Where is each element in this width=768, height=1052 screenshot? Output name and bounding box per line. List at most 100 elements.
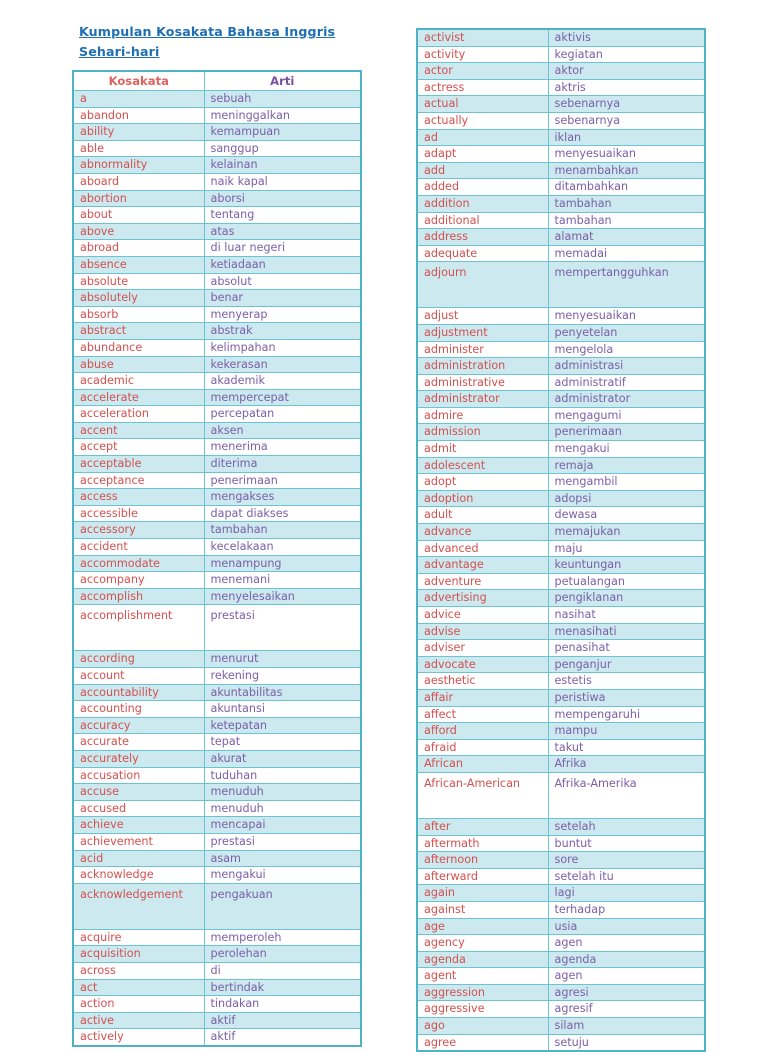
table-row: acquire memperoleh	[72, 928, 362, 947]
table-row: adjust menyesuaikan	[416, 307, 706, 325]
vocabulary-meaning: buntut	[547, 834, 706, 853]
table-row: advice nasihat	[416, 606, 706, 624]
vocabulary-meaning: ketepatan	[203, 716, 362, 735]
vocabulary-word: abnormality	[72, 156, 205, 174]
vocabulary-meaning: setuju	[547, 1033, 706, 1052]
vocabulary-word: accident	[72, 538, 205, 556]
column-header-kosakata: Kosakata	[72, 70, 205, 91]
table-row: abroad di luar negeri	[72, 239, 362, 257]
vocabulary-meaning: akuntabilitas	[203, 683, 362, 702]
vocabulary-meaning: usia	[547, 917, 706, 936]
vocabulary-word: advance	[416, 523, 549, 541]
vocabulary-word: achievement	[72, 832, 205, 851]
vocabulary-meaning: mengakui	[203, 866, 362, 884]
vocabulary-meaning: diterima	[203, 455, 362, 473]
vocabulary-word: accept	[72, 438, 205, 457]
vocabulary-meaning: asam	[203, 849, 362, 868]
vocabulary-word: against	[416, 900, 549, 919]
table-row: address alamat	[416, 228, 706, 246]
vocabulary-meaning: agenda	[547, 950, 706, 969]
table-row: active aktif	[72, 1011, 362, 1030]
vocabulary-meaning: lagi	[547, 884, 706, 902]
vocabulary-meaning: ditambahkan	[547, 178, 706, 196]
table-row: advance memajukan	[416, 523, 706, 541]
vocabulary-meaning: menyerap	[203, 305, 362, 324]
table-row: administrative administratif	[416, 373, 706, 392]
vocabulary-word: afterward	[416, 867, 549, 886]
table-row: across di	[72, 961, 362, 980]
table-row: achievement prestasi	[72, 832, 362, 851]
table-row: actress aktris	[416, 78, 706, 97]
vocabulary-meaning: menyesuaikan	[547, 145, 706, 163]
table-row: additional tambahan	[416, 211, 706, 230]
vocabulary-word: afraid	[416, 738, 549, 757]
vocabulary-word: accomplish	[72, 587, 205, 606]
table-row: accuse menuduh	[72, 783, 362, 801]
vocabulary-word: acceleration	[72, 405, 205, 423]
vocabulary-meaning: administrator	[547, 390, 706, 408]
vocabulary-word: actress	[416, 78, 549, 97]
vocabulary-meaning: menurut	[203, 650, 362, 668]
table-row: action tindakan	[72, 995, 362, 1013]
vocabulary-word: aboard	[72, 172, 205, 191]
vocabulary-word: advise	[416, 622, 549, 641]
table-row: advantage keuntungan	[416, 556, 706, 574]
vocabulary-word: again	[416, 884, 549, 902]
table-row: above atas	[72, 222, 362, 241]
vocabulary-meaning: absolut	[203, 272, 362, 291]
vocabulary-word: adventure	[416, 572, 549, 591]
vocabulary-word: abandon	[72, 106, 205, 125]
vocabulary-meaning: administrasi	[547, 357, 706, 375]
table-row: acceleration percepatan	[72, 405, 362, 423]
vocabulary-word: abroad	[72, 239, 205, 257]
vocabulary-meaning: aktif	[203, 1011, 362, 1030]
table-row: accessory tambahan	[72, 521, 362, 540]
vocabulary-word: ability	[72, 123, 205, 141]
table-row: afraid takut	[416, 738, 706, 757]
vocabulary-word: absolutely	[72, 289, 205, 307]
table-row: ago silam	[416, 1017, 706, 1035]
vocabulary-meaning: agresi	[547, 983, 706, 1002]
vocabulary-table-right-body: activist aktivis activity kegiatan actor akto…	[416, 28, 706, 1052]
vocabulary-word: admit	[416, 440, 549, 458]
page-title-line-2: Sehari-hari	[79, 44, 160, 59]
table-row: African-American Afrika-Amerika	[416, 771, 706, 819]
table-row: academic akademik	[72, 372, 362, 390]
vocabulary-meaning: pengiklanan	[547, 589, 706, 607]
vocabulary-word: African-American	[416, 771, 549, 819]
vocabulary-meaning: ketiadaan	[203, 255, 362, 274]
vocabulary-word: affair	[416, 688, 549, 707]
table-row: accurate tepat	[72, 733, 362, 751]
table-row: about tentang	[72, 206, 362, 224]
vocabulary-meaning: menampung	[203, 554, 362, 573]
table-row: acceptance penerimaan	[72, 471, 362, 490]
vocabulary-word: administration	[416, 357, 549, 375]
table-row: accurately akurat	[72, 749, 362, 768]
table-row: afford mampu	[416, 722, 706, 740]
table-row: agency agen	[416, 934, 706, 952]
vocabulary-word: account	[72, 667, 205, 685]
vocabulary-meaning: menerima	[203, 438, 362, 457]
vocabulary-word: acid	[72, 849, 205, 868]
vocabulary-meaning: mengelola	[547, 340, 706, 359]
vocabulary-word: administer	[416, 340, 549, 359]
vocabulary-meaning: tentang	[203, 206, 362, 224]
vocabulary-meaning: tindakan	[203, 995, 362, 1013]
vocabulary-word: accomplishment	[72, 604, 205, 652]
vocabulary-meaning: mampu	[547, 722, 706, 740]
vocabulary-word: accompany	[72, 571, 205, 589]
table-row: actively aktif	[72, 1028, 362, 1047]
table-row: achieve mencapai	[72, 816, 362, 834]
table-row: abundance kelimpahan	[72, 338, 362, 357]
vocabulary-meaning: aksen	[203, 421, 362, 440]
table-row: again lagi	[416, 884, 706, 902]
vocabulary-meaning: remaja	[547, 456, 706, 475]
vocabulary-word: access	[72, 488, 205, 506]
vocabulary-word: addition	[416, 194, 549, 213]
vocabulary-page: Kumpulan Kosakata Bahasa Inggris Sehari-…	[0, 0, 768, 1052]
vocabulary-meaning: kelimpahan	[203, 338, 362, 357]
vocabulary-meaning: aktris	[547, 78, 706, 97]
table-row: adjourn mempertangguhkan	[416, 261, 706, 309]
vocabulary-word: adapt	[416, 145, 549, 163]
vocabulary-meaning: penganjur	[547, 655, 706, 674]
